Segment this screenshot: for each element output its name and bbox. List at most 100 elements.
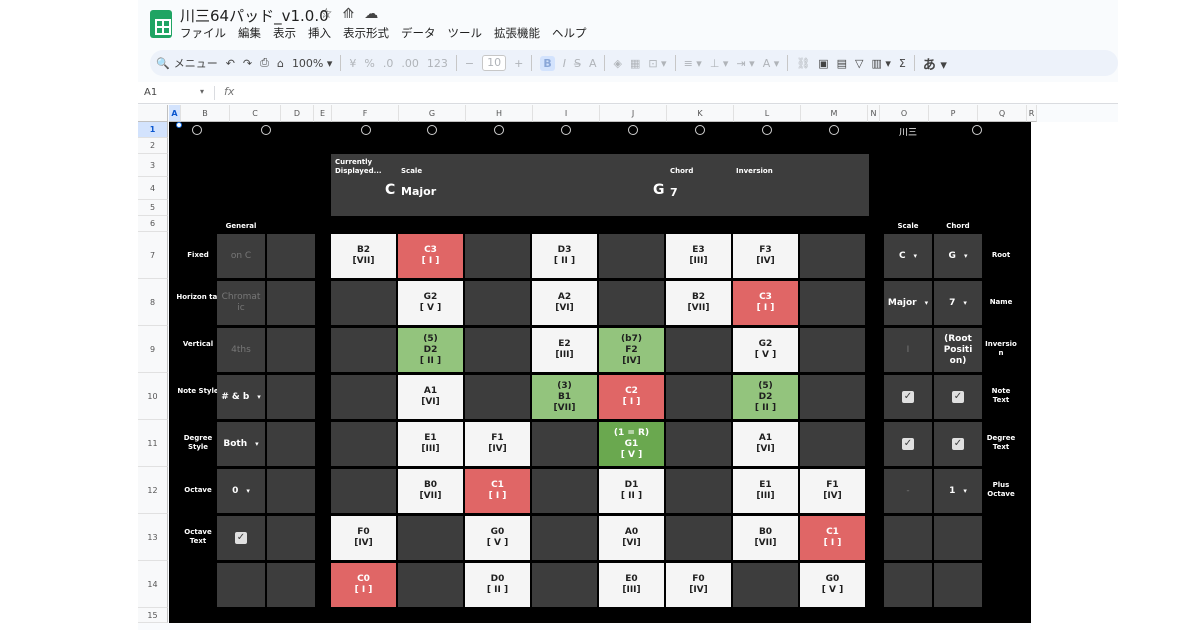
pad-cell[interactable]: (5) D2[ II ]: [733, 375, 798, 419]
pad-cell[interactable]: B0 [VII]: [733, 516, 798, 560]
menu-item-7[interactable]: 拡張機能: [494, 25, 540, 41]
column-header-K[interactable]: K: [667, 105, 734, 122]
selection-handle[interactable]: [176, 122, 182, 128]
column-header-F[interactable]: F: [332, 105, 399, 122]
checkbox-checked-icon[interactable]: ✓: [235, 532, 247, 544]
filter-views-icon[interactable]: ▥ ▾: [872, 57, 891, 70]
fill-color-icon[interactable]: ◈: [613, 57, 621, 70]
chord-setting-control[interactable]: 7 ▾: [934, 281, 982, 325]
chord-setting-control[interactable]: ✓: [934, 375, 982, 419]
column-header-M[interactable]: M: [801, 105, 868, 122]
column-header-H[interactable]: H: [466, 105, 533, 122]
chord-setting-control[interactable]: (Root Positi on): [934, 328, 982, 372]
decrease-decimal-button[interactable]: .0: [383, 57, 394, 70]
chord-setting-control[interactable]: ✓: [934, 422, 982, 466]
column-header-P[interactable]: P: [929, 105, 978, 122]
redo-icon[interactable]: ↷: [243, 57, 252, 70]
scale-setting-control[interactable]: C ▾: [884, 234, 932, 278]
checkbox-checked-icon[interactable]: ✓: [902, 438, 914, 450]
row-header-8[interactable]: 8: [138, 279, 168, 326]
insert-link-icon[interactable]: ⛓: [796, 57, 810, 70]
pad-cell[interactable]: [599, 234, 664, 278]
pad-cell[interactable]: [800, 234, 865, 278]
pad-cell[interactable]: C1[ I ]: [465, 469, 530, 513]
general-setting-control[interactable]: ✓: [217, 516, 265, 560]
pad-cell[interactable]: [465, 328, 530, 372]
row-header-12[interactable]: 12: [138, 467, 168, 514]
pad-cell[interactable]: [331, 469, 396, 513]
zoom-select[interactable]: 100% ▾: [292, 57, 332, 70]
column-header-L[interactable]: L: [734, 105, 801, 122]
pad-cell[interactable]: A0 [VI]: [599, 516, 664, 560]
pad-cell[interactable]: C0[ I ]: [331, 563, 396, 607]
column-header-J[interactable]: J: [600, 105, 667, 122]
pad-cell[interactable]: A1 [VI]: [733, 422, 798, 466]
pad-cell[interactable]: [733, 563, 798, 607]
pad-cell[interactable]: E1 [III]: [398, 422, 463, 466]
pad-cell[interactable]: [666, 422, 731, 466]
increase-decimal-button[interactable]: .00: [401, 57, 419, 70]
pad-cell[interactable]: F0 [IV]: [666, 563, 731, 607]
pad-cell[interactable]: [465, 234, 530, 278]
row-header-3[interactable]: 3: [138, 154, 168, 177]
pad-cell[interactable]: [532, 516, 597, 560]
strikethrough-icon[interactable]: S̶: [574, 57, 581, 70]
row-header-5[interactable]: 5: [138, 200, 168, 216]
pad-cell[interactable]: G2[ V ]: [733, 328, 798, 372]
italic-button[interactable]: I: [563, 57, 566, 70]
pad-cell[interactable]: [800, 375, 865, 419]
menu-item-4[interactable]: 表示形式: [343, 25, 389, 41]
decrease-font-size-button[interactable]: −: [465, 57, 474, 70]
menu-item-6[interactable]: ツール: [448, 25, 483, 41]
pad-cell[interactable]: G0[ V ]: [465, 516, 530, 560]
row-header-9[interactable]: 9: [138, 326, 168, 373]
star-icon[interactable]: ☆: [320, 6, 333, 22]
pad-cell[interactable]: [666, 328, 731, 372]
pad-cell[interactable]: (5) D2[ II ]: [398, 328, 463, 372]
pad-cell[interactable]: E0 [III]: [599, 563, 664, 607]
paint-format-icon[interactable]: ⌂: [277, 57, 284, 70]
sheets-logo-icon[interactable]: [150, 10, 172, 38]
row-header-2[interactable]: 2: [138, 138, 168, 154]
pad-cell[interactable]: [465, 281, 530, 325]
pad-cell[interactable]: (1 = R) G1[ V ]: [599, 422, 664, 466]
general-setting-control[interactable]: 4ths: [217, 328, 265, 372]
checkbox-checked-icon[interactable]: ✓: [902, 391, 914, 403]
column-header-Q[interactable]: Q: [978, 105, 1027, 122]
pad-cell[interactable]: [398, 516, 463, 560]
pad-cell[interactable]: F3 [IV]: [733, 234, 798, 278]
pad-cell[interactable]: [800, 328, 865, 372]
pad-cell[interactable]: A1 [VI]: [398, 375, 463, 419]
chord-setting-control[interactable]: G ▾: [934, 234, 982, 278]
column-header-N[interactable]: N: [868, 105, 880, 122]
pad-cell[interactable]: E2 [III]: [532, 328, 597, 372]
row-header-10[interactable]: 10: [138, 373, 168, 420]
menu-item-0[interactable]: ファイル: [180, 25, 226, 41]
row-header-6[interactable]: 6: [138, 216, 168, 232]
text-rotate-icon[interactable]: A ▾: [763, 57, 780, 70]
pad-cell[interactable]: F0 [IV]: [331, 516, 396, 560]
column-header-G[interactable]: G: [399, 105, 466, 122]
currency-format-button[interactable]: ¥: [349, 57, 356, 70]
pad-cell[interactable]: C2[ I ]: [599, 375, 664, 419]
print-icon[interactable]: ⎙: [260, 56, 269, 70]
borders-icon[interactable]: ▦: [630, 57, 640, 70]
number-format-button[interactable]: 123: [427, 57, 448, 70]
row-header-14[interactable]: 14: [138, 561, 168, 608]
row-header-4[interactable]: 4: [138, 177, 168, 200]
general-setting-control[interactable]: Both ▾: [217, 422, 265, 466]
pad-cell[interactable]: [331, 375, 396, 419]
pad-cell[interactable]: C3[ I ]: [733, 281, 798, 325]
column-header-A[interactable]: A: [169, 105, 181, 122]
increase-font-size-button[interactable]: +: [514, 57, 523, 70]
pad-cell[interactable]: [532, 422, 597, 466]
pad-cell[interactable]: [331, 328, 396, 372]
chord-setting-control[interactable]: 1 ▾: [934, 469, 982, 513]
scale-setting-control[interactable]: I: [884, 328, 932, 372]
row-header-11[interactable]: 11: [138, 420, 168, 467]
scale-setting-control[interactable]: -: [884, 469, 932, 513]
pad-cell[interactable]: [800, 281, 865, 325]
name-box-dropdown-icon[interactable]: ▾: [200, 87, 204, 96]
insert-chart-icon[interactable]: ▤: [837, 57, 847, 70]
pad-cell[interactable]: [532, 563, 597, 607]
